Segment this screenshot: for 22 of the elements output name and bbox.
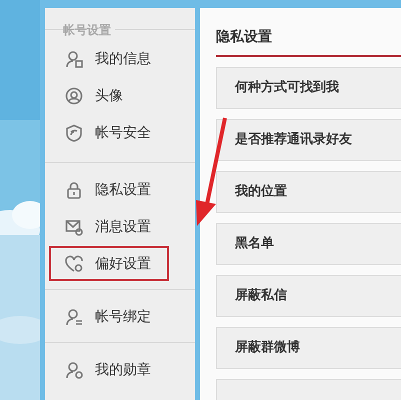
lock-icon [65,180,83,198]
sidebar-item[interactable]: 消息设置 [49,209,169,244]
settings-row[interactable]: 屏蔽私信 [216,275,401,317]
sidebar-item[interactable]: 偏好设置 [49,246,169,281]
person-document-icon [65,50,83,68]
sidebar-item[interactable]: 头像 [49,78,169,113]
settings-row[interactable]: 黑名单 [216,223,401,265]
settings-row[interactable]: 是否推荐通讯录好友 [216,119,401,161]
section-heading: 帐号设置 [63,22,115,38]
sidebar-item[interactable]: 帐号安全 [49,115,169,150]
settings-row[interactable]: 屏蔽群微博 [216,327,401,369]
person-badge-icon [65,360,83,378]
shield-icon [65,124,83,142]
settings-row[interactable]: 何种方式可找到我 [216,67,401,109]
sidebar-item[interactable]: 隐私设置 [49,172,169,207]
settings-row[interactable]: 我的位置 [216,171,401,213]
sidebar-item[interactable]: 我的信息 [49,41,169,76]
sidebar-item[interactable]: 帐号绑定 [49,299,169,334]
avatar-icon [65,86,83,104]
person-lines-icon [65,308,83,326]
sidebar-item[interactable]: 我的勋章 [49,352,169,387]
panel-title: 隐私设置 [216,28,401,57]
